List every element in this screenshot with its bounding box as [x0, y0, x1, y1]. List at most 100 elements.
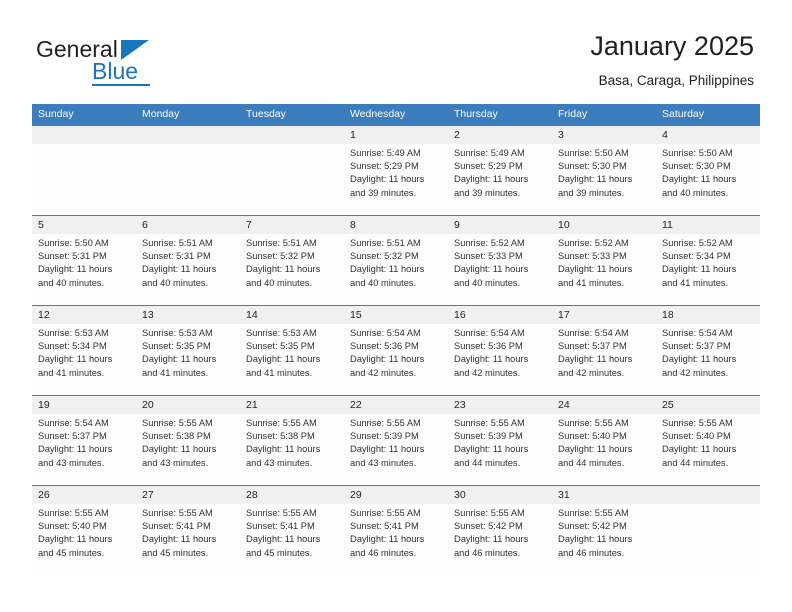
daylight-text-line1: Daylight: 11 hours	[246, 444, 321, 455]
day-cell[interactable]	[32, 144, 136, 215]
day-cell[interactable]: Sunrise: 5:55 AM Sunset: 5:40 PM Dayligh…	[32, 504, 136, 575]
day-number[interactable]: 6	[136, 216, 240, 234]
day-cell[interactable]: Sunrise: 5:55 AM Sunset: 5:41 PM Dayligh…	[240, 504, 344, 575]
daylight-text-line2: and 43 minutes.	[350, 457, 417, 468]
daylight-text-line1: Daylight: 11 hours	[558, 264, 633, 275]
daylight-text-line1: Daylight: 11 hours	[38, 264, 113, 275]
day-cell[interactable]: Sunrise: 5:51 AM Sunset: 5:32 PM Dayligh…	[240, 234, 344, 305]
day-cell[interactable]	[656, 504, 760, 575]
day-cell[interactable]: Sunrise: 5:53 AM Sunset: 5:35 PM Dayligh…	[240, 324, 344, 395]
day-number[interactable]: 23	[448, 396, 552, 414]
day-number[interactable]: 10	[552, 216, 656, 234]
logo-text-blue: Blue	[92, 58, 139, 84]
day-number[interactable]: 31	[552, 486, 656, 504]
sunset-text: Sunset: 5:29 PM	[454, 161, 523, 172]
day-number[interactable]: 4	[656, 126, 760, 144]
day-number[interactable]: 2	[448, 126, 552, 144]
day-number[interactable]: 21	[240, 396, 344, 414]
day-cell[interactable]: Sunrise: 5:54 AM Sunset: 5:37 PM Dayligh…	[32, 414, 136, 485]
daylight-text-line2: and 42 minutes.	[454, 367, 521, 378]
day-cell[interactable]: Sunrise: 5:55 AM Sunset: 5:38 PM Dayligh…	[136, 414, 240, 485]
day-cell[interactable]: Sunrise: 5:52 AM Sunset: 5:33 PM Dayligh…	[448, 234, 552, 305]
day-cell[interactable]: Sunrise: 5:55 AM Sunset: 5:38 PM Dayligh…	[240, 414, 344, 485]
daylight-text-line2: and 39 minutes.	[454, 187, 521, 198]
daylight-text-line1: Daylight: 11 hours	[38, 354, 113, 365]
day-cell[interactable]: Sunrise: 5:55 AM Sunset: 5:40 PM Dayligh…	[552, 414, 656, 485]
week-daynumber-band: 19 20 21 22 23 24 25	[32, 396, 760, 414]
sunset-text: Sunset: 5:37 PM	[662, 341, 731, 352]
day-number[interactable]: 27	[136, 486, 240, 504]
day-cell[interactable]: Sunrise: 5:49 AM Sunset: 5:29 PM Dayligh…	[344, 144, 448, 215]
day-cell[interactable]: Sunrise: 5:55 AM Sunset: 5:41 PM Dayligh…	[136, 504, 240, 575]
day-number[interactable]: 17	[552, 306, 656, 324]
daylight-text-line2: and 40 minutes.	[454, 277, 521, 288]
day-number[interactable]	[656, 486, 760, 504]
sunset-text: Sunset: 5:31 PM	[38, 251, 107, 262]
sunrise-text: Sunrise: 5:50 AM	[558, 148, 629, 158]
day-number[interactable]: 24	[552, 396, 656, 414]
day-cell[interactable]	[240, 144, 344, 215]
day-cell[interactable]: Sunrise: 5:52 AM Sunset: 5:34 PM Dayligh…	[656, 234, 760, 305]
day-number[interactable]: 18	[656, 306, 760, 324]
day-number[interactable]: 8	[344, 216, 448, 234]
daylight-text-line2: and 43 minutes.	[246, 457, 313, 468]
day-number[interactable]: 1	[344, 126, 448, 144]
day-number[interactable]: 20	[136, 396, 240, 414]
sunrise-text: Sunrise: 5:55 AM	[558, 508, 629, 518]
day-number[interactable]	[240, 126, 344, 144]
day-cell[interactable]: Sunrise: 5:54 AM Sunset: 5:36 PM Dayligh…	[344, 324, 448, 395]
daylight-text-line1: Daylight: 11 hours	[142, 264, 217, 275]
general-blue-logo: General Blue	[36, 36, 206, 86]
day-cell[interactable]: Sunrise: 5:55 AM Sunset: 5:39 PM Dayligh…	[344, 414, 448, 485]
weekday-header-saturday: Saturday	[662, 108, 705, 120]
sunset-text: Sunset: 5:39 PM	[454, 431, 523, 442]
day-number[interactable]: 5	[32, 216, 136, 234]
sunrise-text: Sunrise: 5:55 AM	[246, 508, 317, 518]
day-cell[interactable]	[136, 144, 240, 215]
day-number[interactable]: 15	[344, 306, 448, 324]
day-number[interactable]: 7	[240, 216, 344, 234]
day-cell[interactable]: Sunrise: 5:55 AM Sunset: 5:42 PM Dayligh…	[552, 504, 656, 575]
day-cell[interactable]: Sunrise: 5:52 AM Sunset: 5:33 PM Dayligh…	[552, 234, 656, 305]
day-cell[interactable]: Sunrise: 5:51 AM Sunset: 5:31 PM Dayligh…	[136, 234, 240, 305]
day-number[interactable]: 25	[656, 396, 760, 414]
day-number[interactable]: 11	[656, 216, 760, 234]
day-number[interactable]: 19	[32, 396, 136, 414]
day-number[interactable]: 30	[448, 486, 552, 504]
day-number[interactable]	[32, 126, 136, 144]
week-detail-band: Sunrise: 5:54 AM Sunset: 5:37 PM Dayligh…	[32, 414, 760, 485]
day-number[interactable]: 16	[448, 306, 552, 324]
day-number[interactable]: 3	[552, 126, 656, 144]
day-number[interactable]: 13	[136, 306, 240, 324]
day-cell[interactable]: Sunrise: 5:55 AM Sunset: 5:39 PM Dayligh…	[448, 414, 552, 485]
sunrise-text: Sunrise: 5:54 AM	[454, 328, 525, 338]
day-number[interactable]: 14	[240, 306, 344, 324]
day-number[interactable]: 12	[32, 306, 136, 324]
day-cell[interactable]: Sunrise: 5:50 AM Sunset: 5:30 PM Dayligh…	[552, 144, 656, 215]
day-number[interactable]: 9	[448, 216, 552, 234]
week-daynumber-band: 26 27 28 29 30 31	[32, 486, 760, 504]
day-cell[interactable]: Sunrise: 5:55 AM Sunset: 5:42 PM Dayligh…	[448, 504, 552, 575]
daylight-text-line2: and 40 minutes.	[142, 277, 209, 288]
day-cell[interactable]: Sunrise: 5:54 AM Sunset: 5:37 PM Dayligh…	[656, 324, 760, 395]
day-cell[interactable]: Sunrise: 5:49 AM Sunset: 5:29 PM Dayligh…	[448, 144, 552, 215]
sunset-text: Sunset: 5:30 PM	[558, 161, 627, 172]
week-daynumber-band: 5 6 7 8 9 10 11	[32, 216, 760, 234]
day-number[interactable]: 29	[344, 486, 448, 504]
day-number[interactable]	[136, 126, 240, 144]
day-cell[interactable]: Sunrise: 5:50 AM Sunset: 5:31 PM Dayligh…	[32, 234, 136, 305]
day-number[interactable]: 22	[344, 396, 448, 414]
day-cell[interactable]: Sunrise: 5:54 AM Sunset: 5:37 PM Dayligh…	[552, 324, 656, 395]
day-cell[interactable]: Sunrise: 5:55 AM Sunset: 5:41 PM Dayligh…	[344, 504, 448, 575]
daylight-text-line2: and 42 minutes.	[662, 367, 729, 378]
day-cell[interactable]: Sunrise: 5:51 AM Sunset: 5:32 PM Dayligh…	[344, 234, 448, 305]
day-cell[interactable]: Sunrise: 5:54 AM Sunset: 5:36 PM Dayligh…	[448, 324, 552, 395]
day-cell[interactable]: Sunrise: 5:53 AM Sunset: 5:35 PM Dayligh…	[136, 324, 240, 395]
sunset-text: Sunset: 5:41 PM	[350, 521, 419, 532]
day-cell[interactable]: Sunrise: 5:50 AM Sunset: 5:30 PM Dayligh…	[656, 144, 760, 215]
day-number[interactable]: 26	[32, 486, 136, 504]
day-number[interactable]: 28	[240, 486, 344, 504]
day-cell[interactable]: Sunrise: 5:55 AM Sunset: 5:40 PM Dayligh…	[656, 414, 760, 485]
weekday-header-tuesday: Tuesday	[246, 108, 286, 120]
day-cell[interactable]: Sunrise: 5:53 AM Sunset: 5:34 PM Dayligh…	[32, 324, 136, 395]
